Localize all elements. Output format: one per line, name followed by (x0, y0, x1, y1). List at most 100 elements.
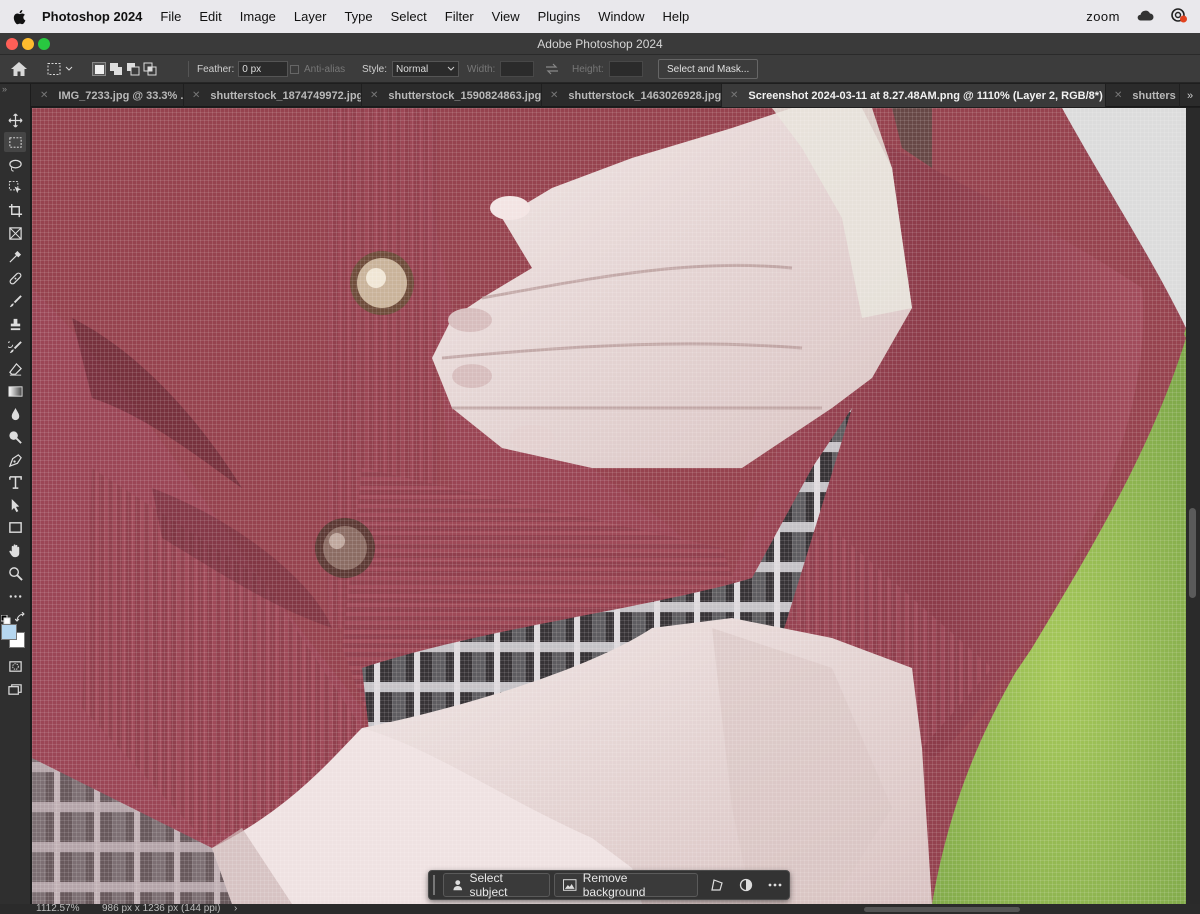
move-tool-icon[interactable] (4, 110, 26, 130)
quick-mask-icon[interactable] (4, 656, 26, 676)
select-and-mask-button[interactable]: Select and Mask... (658, 59, 759, 79)
menu-layer[interactable]: Layer (294, 9, 327, 24)
document-tab[interactable]: ✕ IMG_7233.jpg @ 33.3% ... (32, 84, 184, 107)
document-tab-active[interactable]: ✕ Screenshot 2024-03-11 at 8.27.48AM.png … (722, 84, 1106, 107)
height-label: Height: (572, 63, 604, 75)
swap-width-height-button[interactable] (545, 55, 559, 83)
blur-tool-icon[interactable] (4, 404, 26, 424)
vertical-scrollbar[interactable] (1186, 108, 1200, 904)
select-subject-label: Select subject (469, 871, 508, 899)
type-tool-icon[interactable] (4, 472, 26, 492)
lasso-tool-icon[interactable] (4, 155, 26, 175)
taskbar-drag-handle[interactable] (433, 875, 437, 895)
menu-plugins[interactable]: Plugins (538, 9, 581, 24)
brush-tool-icon[interactable] (4, 291, 26, 311)
transform-selection-icon[interactable] (702, 873, 731, 897)
menu-file[interactable]: File (160, 9, 181, 24)
close-tab-icon[interactable]: ✕ (370, 90, 378, 101)
adjustment-layer-icon[interactable] (731, 873, 760, 897)
screen-mode-icon[interactable] (4, 679, 26, 699)
feather-input[interactable]: 0 px (238, 61, 289, 77)
sweater-button-bottom (315, 518, 375, 578)
clone-stamp-tool-icon[interactable] (4, 314, 26, 334)
document-tab[interactable]: ✕ shutters (1106, 84, 1180, 107)
notification-cc-icon[interactable] (1170, 6, 1188, 27)
marquee-tool-icon[interactable] (4, 132, 26, 152)
style-select[interactable]: Normal (392, 61, 460, 77)
image-icon (563, 879, 577, 891)
new-selection-icon[interactable] (92, 62, 106, 76)
menu-select[interactable]: Select (391, 9, 427, 24)
app-menu-photoshop[interactable]: Photoshop 2024 (42, 9, 142, 24)
gradient-tool-icon[interactable] (4, 381, 26, 401)
macos-menubar: Photoshop 2024 File Edit Image Layer Typ… (0, 0, 1200, 33)
anti-alias-checkbox[interactable] (290, 64, 299, 74)
home-icon (11, 62, 27, 76)
tool-preset-picker[interactable] (46, 55, 76, 83)
more-tools-icon[interactable] (4, 586, 26, 606)
height-input[interactable] (608, 61, 643, 77)
eraser-tool-icon[interactable] (4, 359, 26, 379)
select-subject-button[interactable]: Select subject (442, 871, 551, 899)
remove-background-label: Remove background (582, 871, 646, 899)
document-tab-bar: ✕ IMG_7233.jpg @ 33.3% ... ✕ shutterstock_… (0, 84, 1200, 107)
foreground-color-swatch[interactable] (1, 624, 17, 640)
object-selection-tool-icon[interactable] (4, 177, 26, 197)
tools-panel: » (0, 84, 31, 914)
healing-brush-tool-icon[interactable] (4, 268, 26, 288)
rect-marquee-preset-icon (47, 63, 73, 75)
more-options-icon[interactable] (760, 873, 789, 897)
zoom-status-item[interactable]: zoom (1086, 9, 1120, 24)
menu-type[interactable]: Type (344, 9, 372, 24)
close-tab-icon[interactable]: ✕ (550, 90, 558, 101)
eyedropper-tool-icon[interactable] (4, 246, 26, 266)
document-canvas[interactable] (32, 108, 1186, 904)
zoom-level[interactable]: 1112.57% (36, 904, 80, 914)
options-bar: Feather: 0 px Anti-alias Style: Normal W… (0, 55, 1200, 83)
anti-alias-label: Anti-alias (304, 63, 346, 75)
menu-edit[interactable]: Edit (199, 9, 221, 24)
apple-logo-icon[interactable] (10, 8, 28, 26)
tab-overflow-chevron-icon[interactable]: » (1180, 84, 1200, 107)
hand-tool-icon[interactable] (4, 540, 26, 560)
zoom-tool-icon[interactable] (4, 563, 26, 583)
remove-background-button[interactable]: Remove background (554, 871, 699, 899)
add-to-selection-icon[interactable] (109, 62, 123, 76)
menu-view[interactable]: View (492, 9, 520, 24)
swap-arrows-icon (546, 63, 558, 75)
document-tab[interactable]: ✕ shutterstock_1874749972.jpg (184, 84, 362, 107)
menu-window[interactable]: Window (598, 9, 644, 24)
canvas-image (32, 108, 1186, 904)
creative-cloud-icon[interactable] (1136, 9, 1154, 24)
close-tab-icon[interactable]: ✕ (1114, 90, 1122, 101)
home-button[interactable] (10, 55, 28, 83)
contextual-task-bar: Select subject Remove background (428, 870, 790, 900)
width-input[interactable] (500, 61, 535, 77)
menu-image[interactable]: Image (240, 9, 276, 24)
status-menu-chevron-icon[interactable]: › (234, 904, 237, 914)
person-icon (453, 880, 463, 891)
document-tab[interactable]: ✕ shutterstock_1590824863.jpg (362, 84, 542, 107)
rectangle-tool-icon[interactable] (4, 517, 26, 537)
document-tab[interactable]: ✕ shutterstock_1463026928.jpg (542, 84, 722, 107)
close-tab-icon[interactable]: ✕ (192, 90, 200, 101)
dodge-tool-icon[interactable] (4, 427, 26, 447)
intersect-selection-icon[interactable] (143, 62, 157, 76)
horizontal-scroll-thumb[interactable] (864, 907, 1020, 912)
vertical-scroll-thumb[interactable] (1189, 508, 1196, 598)
close-tab-icon[interactable]: ✕ (40, 90, 48, 101)
path-selection-tool-icon[interactable] (4, 495, 26, 515)
pen-tool-icon[interactable] (4, 450, 26, 470)
menu-help[interactable]: Help (663, 9, 690, 24)
close-tab-icon[interactable]: ✕ (730, 90, 738, 101)
menu-filter[interactable]: Filter (445, 9, 474, 24)
collapse-panel-icon[interactable]: » (2, 84, 7, 94)
crop-tool-icon[interactable] (4, 200, 26, 220)
history-brush-tool-icon[interactable] (4, 337, 26, 357)
frame-tool-icon[interactable] (4, 223, 26, 243)
status-bar: 1112.57% 986 px x 1236 px (144 ppi) › (0, 904, 1200, 914)
subtract-from-selection-icon[interactable] (126, 62, 140, 76)
divider (188, 61, 189, 77)
sweater-button-top (350, 251, 414, 315)
feather-label: Feather: (197, 63, 235, 75)
